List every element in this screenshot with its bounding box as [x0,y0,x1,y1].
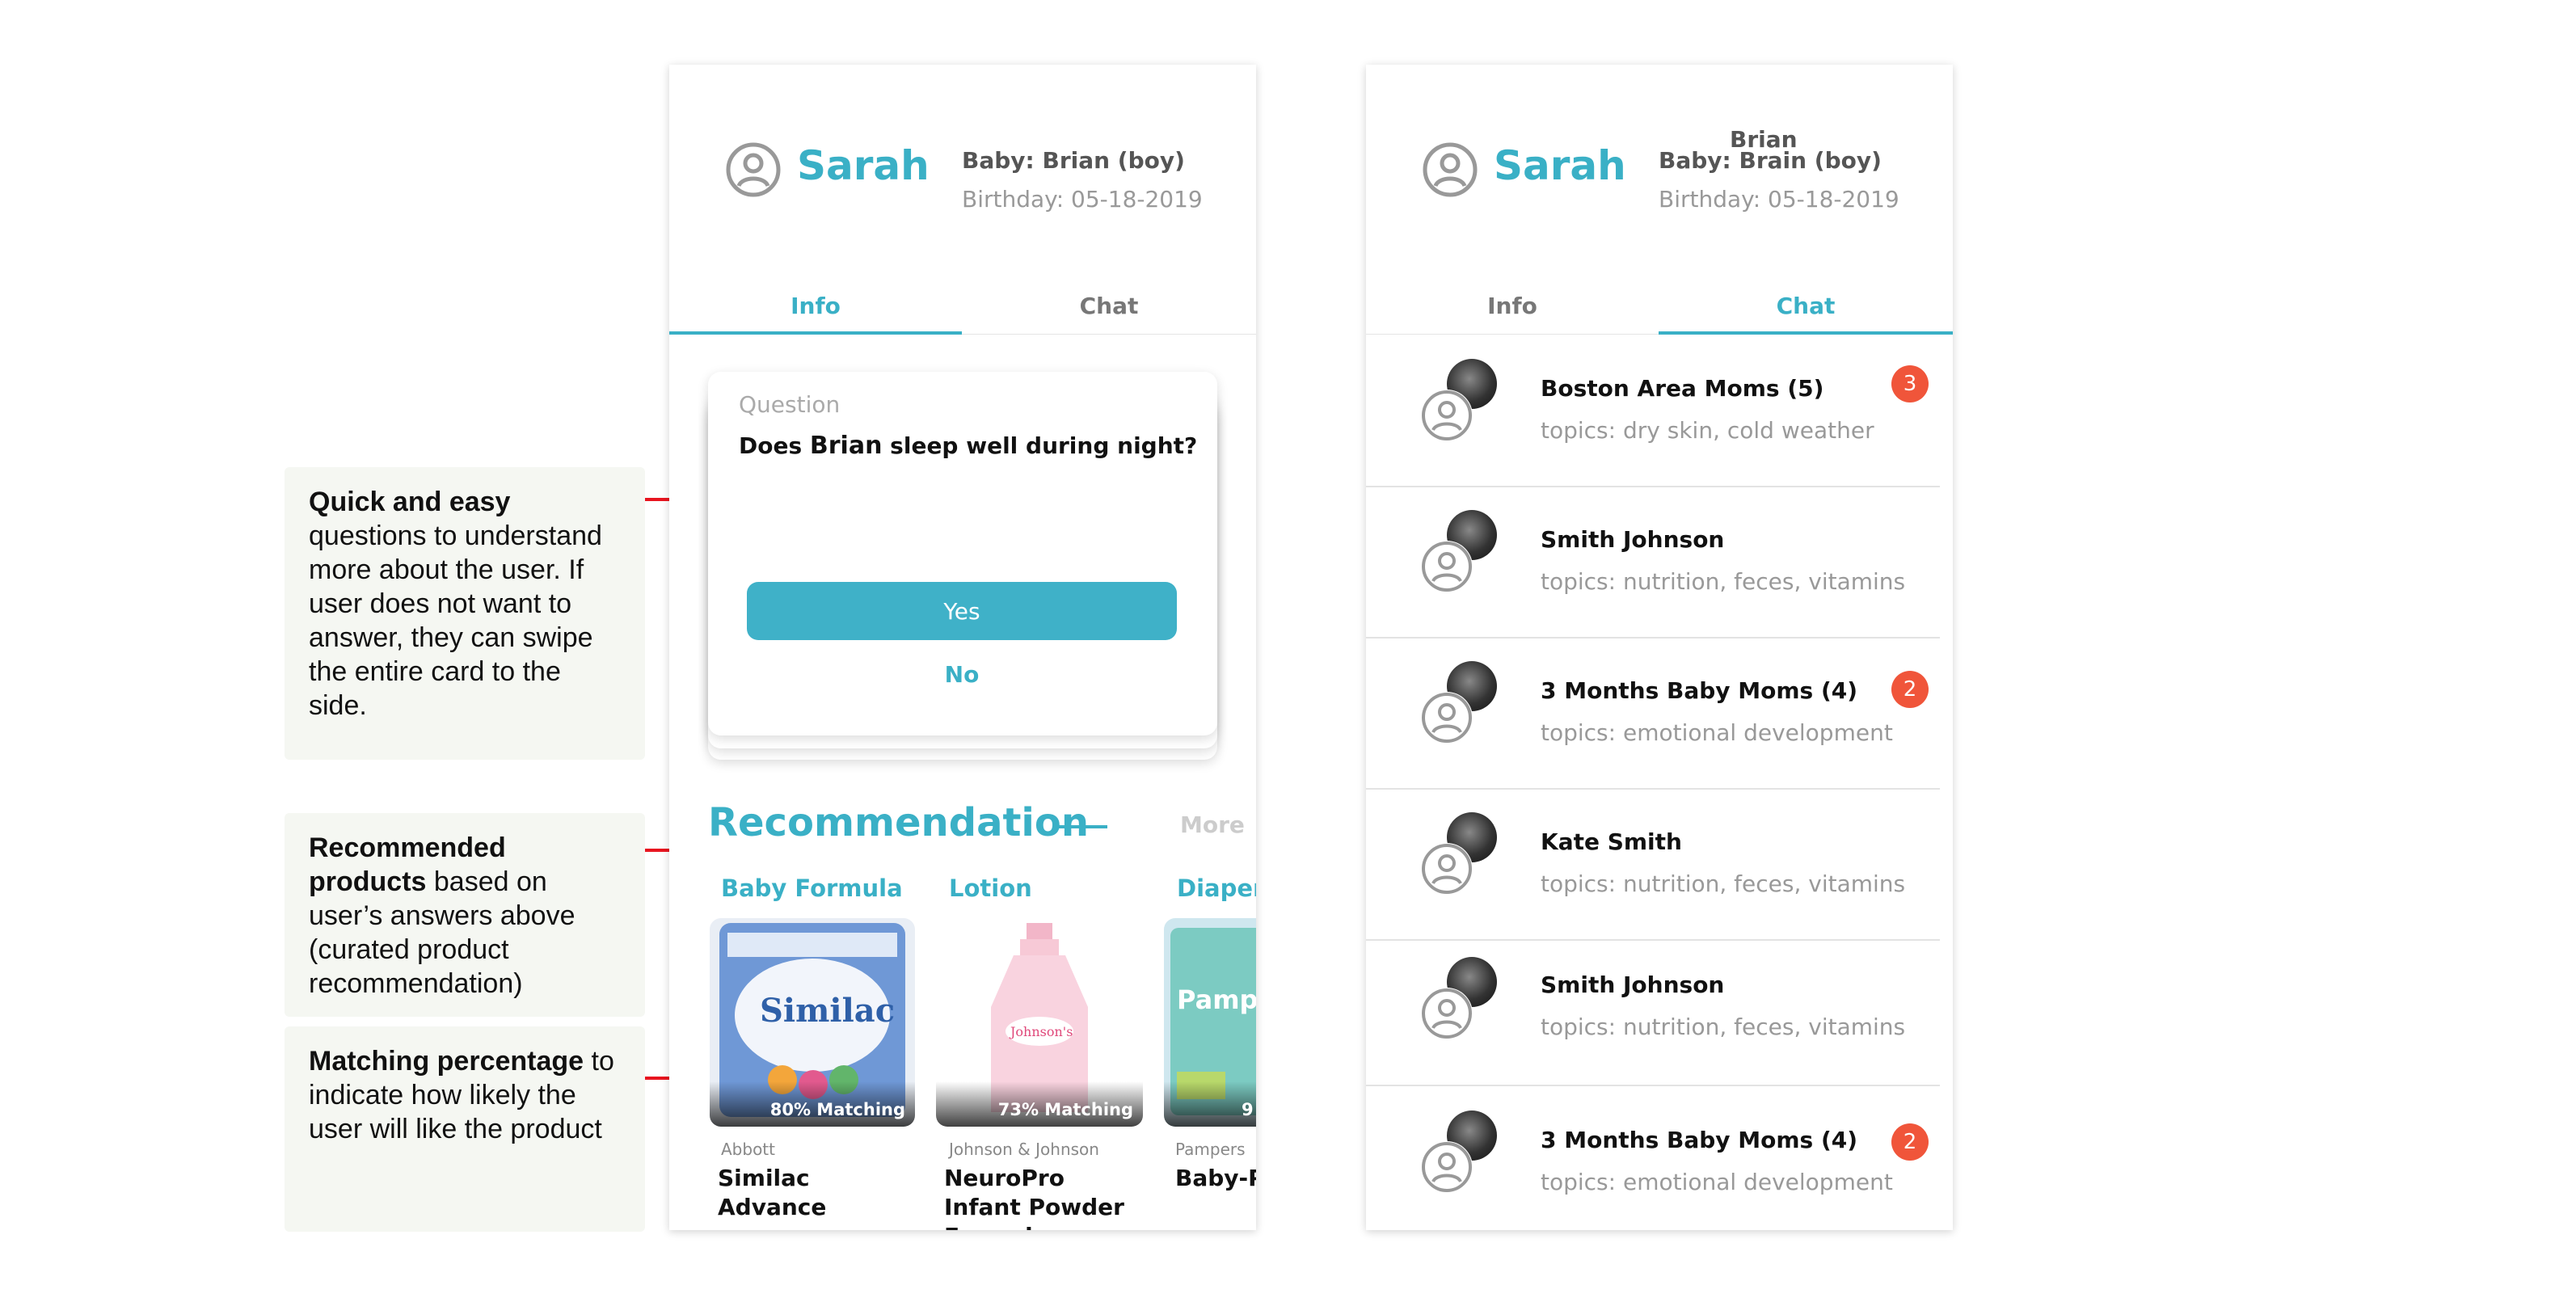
chat-item[interactable]: Kate Smith topics: nutrition, feces, vit… [1366,790,1940,941]
chat-topics: topics: nutrition, feces, vitamins [1541,870,1906,897]
product-image[interactable]: Pampers 9 [1164,918,1256,1127]
product-image[interactable]: Johnson's 73% Matching [936,918,1143,1127]
tab-active-indicator [1659,331,1953,335]
category-diapers[interactable]: Diapers [1177,874,1256,902]
recommendation-title: Recommendation [708,800,1089,845]
user-avatar-icon[interactable] [1423,142,1478,197]
user-name: Sarah [1494,142,1626,189]
tab-info[interactable]: Info [669,293,962,319]
product-brand: Johnson & Johnson [949,1140,1099,1159]
question-card[interactable]: Question Does Brian sleep well during ni… [708,372,1217,735]
user-icon [1421,843,1473,895]
product-brand: Abbott [721,1140,775,1159]
baby-name: Baby: Brain (boy) [1659,147,1882,174]
annotation-recommended: Recommended products based on user’s ans… [285,813,645,1017]
baby-name: Baby: Brian (boy) [962,147,1185,174]
annotation-bold: Matching percentage [309,1046,584,1077]
annotation-text: questions to understand more about the u… [309,520,602,721]
product-name-line[interactable]: Formula [944,1222,1048,1230]
chat-topics: topics: dry skin, cold weather [1541,417,1874,444]
product-name-line[interactable]: Baby-Pa [1175,1164,1256,1193]
product-brand: Pampers [1175,1140,1246,1159]
chat-title: 3 Months Baby Moms (4) [1541,677,1858,704]
chat-item[interactable]: 3 Months Baby Moms (4) topics: emotional… [1366,1086,1940,1230]
chat-topics: topics: emotional development [1541,1169,1893,1195]
tab-info[interactable]: Info [1366,293,1659,319]
user-icon [1421,692,1473,744]
more-link[interactable]: More [1180,811,1245,838]
chat-screen: Sarah Brian Baby: Brain (boy) Birthday: … [1366,65,1953,1230]
product-name-line[interactable]: Advance [718,1193,826,1222]
question-prefix: Does [739,432,810,459]
annotation-quick-questions: Quick and easy questions to understand m… [285,467,645,760]
chat-topics: topics: nutrition, feces, vitamins [1541,1014,1906,1040]
no-button[interactable]: No [747,661,1177,688]
user-icon [1421,988,1473,1039]
chat-topics: topics: nutrition, feces, vitamins [1541,568,1906,595]
chat-title: 3 Months Baby Moms (4) [1541,1127,1858,1153]
yes-button[interactable]: Yes [747,582,1177,640]
chat-title: Smith Johnson [1541,526,1725,553]
user-icon [1421,541,1473,592]
chat-item[interactable]: Smith Johnson topics: nutrition, feces, … [1366,487,1940,638]
baby-birthday: Birthday: 05-18-2019 [962,186,1203,213]
chat-topics: topics: emotional development [1541,719,1893,746]
chat-title: Boston Area Moms (5) [1541,375,1824,402]
chat-title: Smith Johnson [1541,971,1725,998]
product-image[interactable]: Similac 80% Matching [710,918,915,1127]
svg-text:Johnson's: Johnson's [1009,1024,1073,1039]
chat-item[interactable]: 3 Months Baby Moms (4) topics: emotional… [1366,638,1940,790]
svg-text:Similac: Similac [760,992,895,1030]
user-icon [1421,1141,1473,1193]
question-suffix: sleep well during night? [882,432,1198,459]
tab-chat[interactable]: Chat [962,293,1256,319]
category-lotion[interactable]: Lotion [949,874,1032,902]
chat-title: Kate Smith [1541,828,1682,855]
chat-item[interactable]: Boston Area Moms (5) topics: dry skin, c… [1366,336,1940,487]
matching-percentage: 9 [1164,1081,1256,1127]
baby-birthday: Birthday: 05-18-2019 [1659,186,1899,213]
question-label: Question [739,391,841,418]
svg-text:Pampers: Pampers [1177,984,1256,1015]
unread-badge: 3 [1891,365,1929,402]
annotation-bold: Quick and easy [309,487,511,517]
product-name-line[interactable]: NeuroPro [944,1164,1065,1193]
annotation-matching: Matching percentage to indicate how like… [285,1026,645,1232]
product-name-line[interactable]: Similac [718,1164,810,1193]
tab-active-indicator [669,331,962,335]
question-baby-name: Brian [809,432,883,460]
user-avatar-icon[interactable] [726,142,781,197]
tab-chat[interactable]: Chat [1659,293,1953,319]
unread-badge: 2 [1891,1123,1929,1161]
info-screen: Sarah Baby: Brian (boy) Birthday: 05-18-… [669,65,1256,1230]
matching-percentage: 73% Matching [936,1081,1143,1127]
chat-item[interactable]: Smith Johnson topics: nutrition, feces, … [1366,941,1940,1086]
unread-badge: 2 [1891,671,1929,708]
user-name: Sarah [797,142,930,189]
user-icon [1421,390,1473,441]
question-text: Does Brian sleep well during night? [739,432,1197,460]
category-baby-formula[interactable]: Baby Formula [721,874,903,902]
product-name-line[interactable]: Infant Powder [944,1193,1124,1222]
recommendation-dash [1057,825,1107,828]
matching-percentage: 80% Matching [710,1081,915,1127]
